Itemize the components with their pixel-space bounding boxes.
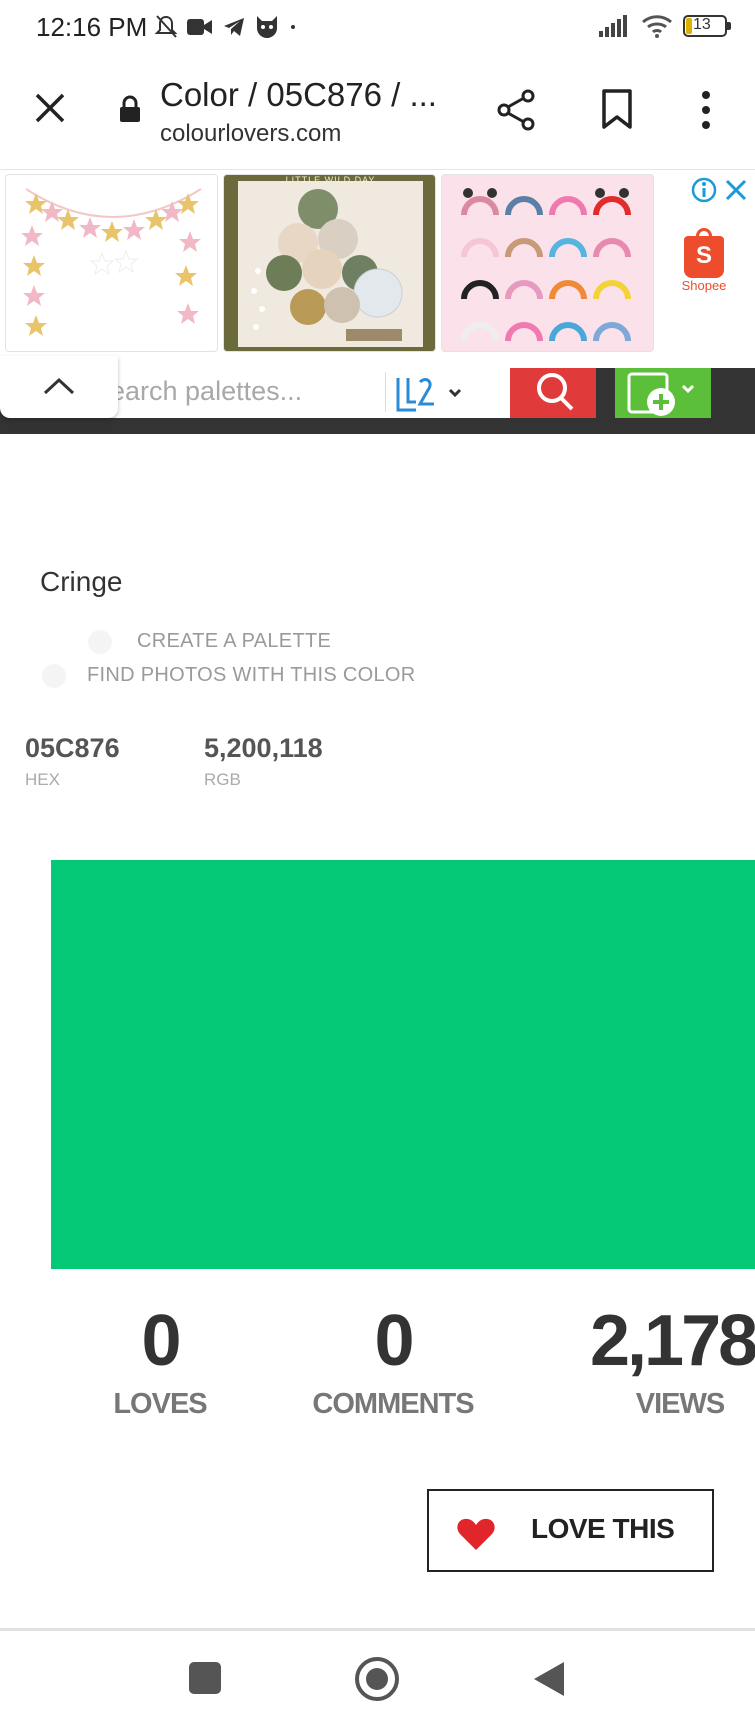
page-title[interactable]: Color / 05C876 / ... (160, 76, 437, 114)
close-icon[interactable] (34, 92, 66, 124)
shopee-label: Shopee (681, 278, 727, 293)
views-count: 2,178 (590, 1301, 755, 1381)
heart-icon (457, 1518, 495, 1550)
add-icon (627, 372, 695, 416)
recents-button[interactable] (189, 1662, 221, 1694)
loves-label: LOVES (113, 1388, 207, 1420)
rgb-label: RGB (204, 770, 241, 789)
color-name: Cringe (40, 566, 123, 597)
share-icon[interactable] (495, 88, 537, 132)
search-icon (537, 373, 574, 411)
search-divider (385, 372, 386, 412)
photo-icon (42, 664, 66, 688)
comments-label: COMMENTS (312, 1388, 474, 1420)
video-icon (187, 19, 212, 35)
lock-icon (120, 95, 140, 122)
ad-close-icon[interactable] (724, 178, 748, 202)
add-new-button[interactable] (615, 368, 711, 418)
ad-image-star-garland (21, 188, 202, 336)
palette-icon (88, 630, 112, 654)
ad-image-headbands (461, 188, 631, 342)
comments-count: 0 (374, 1301, 414, 1381)
ad-card-caption-bottom: SHIP FROM MALAYSIA (278, 340, 383, 349)
more-icon[interactable] (694, 90, 718, 130)
chevron-up-icon (43, 377, 75, 395)
love-this-button[interactable]: LOVE THIS (427, 1489, 714, 1572)
home-button[interactable] (354, 1656, 400, 1702)
status-bar: 12:16 PM 13 (0, 0, 755, 58)
search-placeholder: earch palettes... (110, 376, 303, 406)
mute-icon (154, 15, 178, 38)
ad-card-balloons[interactable]: LITTLE WILD DAY SHIP FROM MALAYSIA (223, 174, 436, 352)
hex-value: 05C876 (25, 733, 120, 763)
create-palette-link[interactable]: CREATE A PALETTE (137, 630, 331, 653)
signal-icon (599, 15, 627, 37)
collapse-ad-button[interactable] (0, 356, 118, 418)
shopee-logo: S (684, 228, 724, 278)
ad-card-headbands[interactable] (441, 174, 654, 352)
search-button[interactable] (510, 368, 596, 418)
color-swatch (51, 860, 755, 1269)
status-icons-right: 13 (599, 14, 731, 38)
cat-icon (257, 16, 277, 38)
ad-banner[interactable]: LITTLE WILD DAY SHIP FROM MALAYSIA S Sho… (0, 170, 755, 356)
hex-label: HEX (25, 770, 60, 789)
views-label: VIEWS (635, 1388, 725, 1420)
search-type-icon[interactable] (394, 374, 466, 414)
bookmark-icon[interactable] (600, 88, 634, 130)
ad-image-balloons (251, 189, 403, 341)
battery-icon: 13 (683, 15, 731, 37)
shopee-logo-letter: S (695, 242, 712, 269)
page-url[interactable]: colourlovers.com (160, 120, 341, 148)
status-icons-left (154, 14, 298, 40)
find-photos-link[interactable]: FIND PHOTOS WITH THIS COLOR (87, 664, 416, 687)
browser-toolbar: Color / 05C876 / ... colourlovers.com (0, 58, 755, 170)
rgb-value: 5,200,118 (204, 733, 323, 763)
battery-level: 13 (693, 16, 711, 33)
ad-card-stars[interactable] (5, 174, 218, 352)
dot-icon (291, 25, 295, 29)
loves-count: 0 (141, 1301, 181, 1381)
status-time: 12:16 PM (36, 12, 148, 42)
wifi-icon (642, 15, 672, 38)
back-button[interactable] (532, 1660, 566, 1698)
love-this-label: LOVE THIS (531, 1513, 675, 1544)
system-nav-bar (0, 1631, 755, 1730)
ad-info-icon[interactable] (690, 176, 718, 204)
telegram-icon (224, 18, 244, 36)
